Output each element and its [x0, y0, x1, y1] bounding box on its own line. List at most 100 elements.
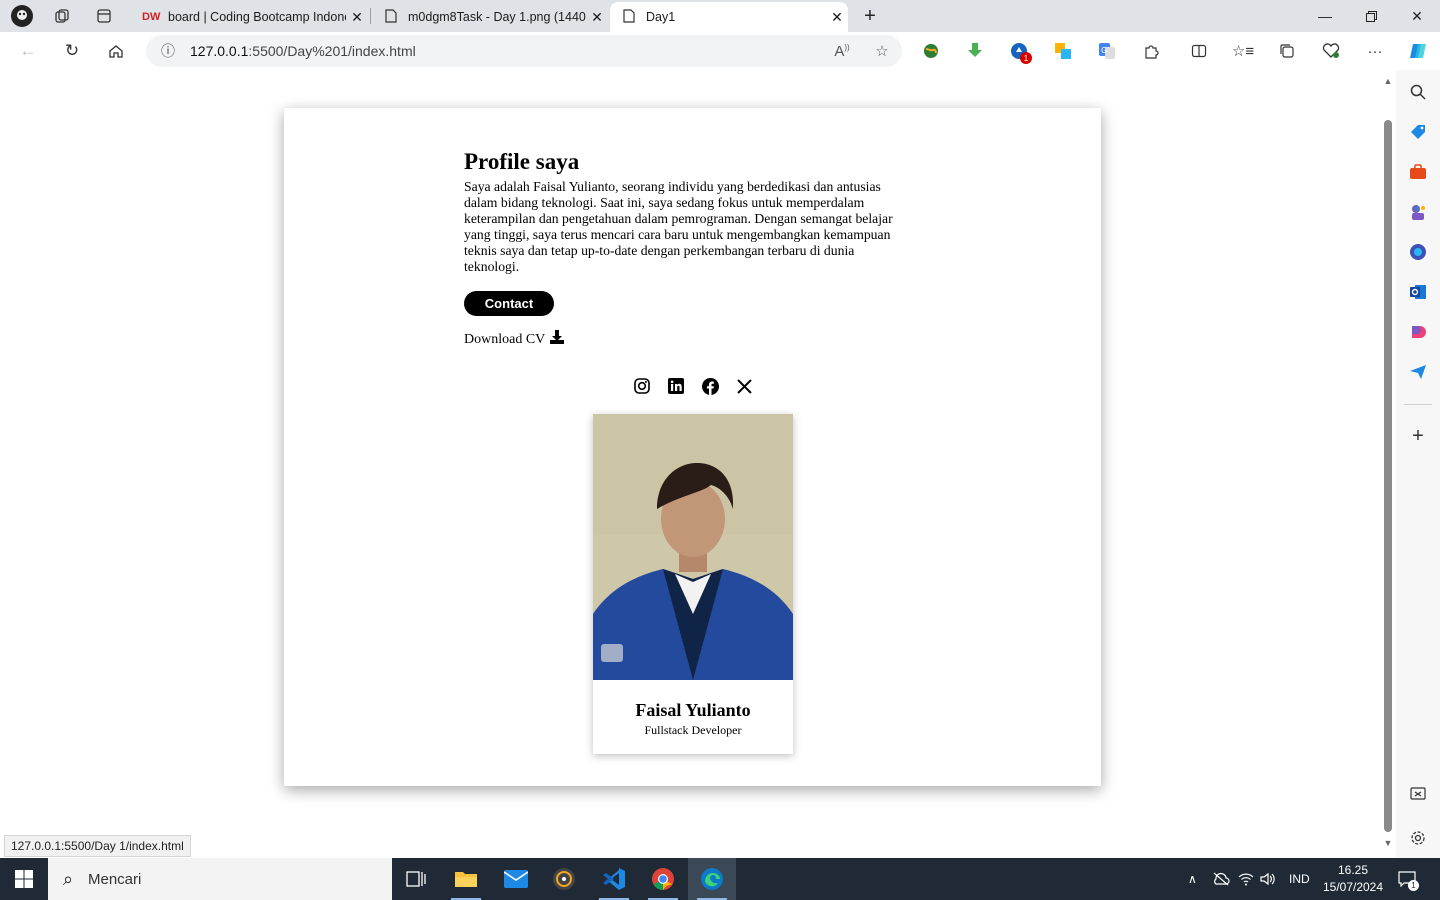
workspaces-icon[interactable] [50, 4, 74, 28]
mail-icon[interactable] [492, 858, 540, 900]
minimize-icon[interactable]: — [1302, 0, 1348, 32]
clock-date: 15/07/2024 [1322, 880, 1384, 894]
x-icon[interactable] [735, 377, 753, 395]
sidebar-outlook-icon[interactable] [1406, 280, 1430, 304]
facebook-icon[interactable] [701, 377, 719, 395]
site-info-icon[interactable]: ⓘ [146, 41, 190, 61]
favorite-star-icon[interactable]: ☆ [862, 42, 902, 60]
sidebar-microsoft365-icon[interactable] [1406, 240, 1430, 264]
google-translate-icon[interactable]: G [1095, 40, 1119, 62]
tab-day1[interactable]: Day1 ✕ [610, 2, 848, 32]
collections-icon[interactable] [1275, 40, 1299, 62]
sidebar-send-icon[interactable] [1406, 360, 1430, 384]
restore-icon[interactable] [1348, 0, 1394, 32]
tab-divider [370, 8, 371, 24]
bio-text: Saya adalah Faisal Yulianto, seorang ind… [464, 179, 893, 274]
sidebar-designer-icon[interactable] [1406, 320, 1430, 344]
download-manager-icon[interactable] [963, 40, 987, 62]
profile-container: Profile saya Saya adalah Faisal Yulianto… [284, 108, 1101, 786]
back-arrow-icon[interactable]: ← [14, 37, 42, 65]
show-hidden-icons-chevron-icon[interactable]: ∧ [1188, 858, 1206, 900]
extension-globe-icon[interactable] [919, 40, 943, 62]
extensions-puzzle-icon[interactable] [1139, 40, 1163, 62]
edge-icon[interactable] [688, 858, 736, 900]
download-cv-link[interactable]: Download CV [464, 330, 909, 349]
profile-avatar-icon[interactable] [10, 4, 34, 28]
sidebar-settings-gear-icon[interactable] [1406, 826, 1430, 850]
tab-close-icon[interactable]: ✕ [346, 9, 368, 26]
windows-taskbar: ⌕ Mencari ∧ IND 16.25 15/07/2024 1 [0, 858, 1440, 900]
vscode-icon[interactable] [590, 858, 638, 900]
scroll-down-arrow-icon[interactable]: ▼ [1383, 838, 1393, 848]
tab-title: board | Coding Bootcamp Indone [168, 10, 346, 24]
card-name: Faisal Yulianto [635, 700, 751, 720]
download-cv-label: Download CV [464, 331, 546, 347]
tab-close-icon[interactable]: ✕ [826, 9, 848, 26]
sidebar-search-icon[interactable] [1406, 80, 1430, 104]
tab-dumbways[interactable]: DW board | Coding Bootcamp Indone ✕ [132, 2, 368, 32]
cloud-offline-icon[interactable] [1212, 858, 1232, 900]
sidebar-games-icon[interactable] [1406, 200, 1430, 224]
profile-card: Faisal Yulianto Fullstack Developer [593, 414, 793, 754]
browser-tab-bar: DW board | Coding Bootcamp Indone ✕ m0dg… [0, 0, 1440, 32]
sidebar-shopping-icon[interactable] [1406, 120, 1430, 144]
tab-task-image[interactable]: m0dgm8Task - Day 1.png (1440× ✕ [372, 2, 608, 32]
instagram-icon[interactable] [633, 377, 651, 395]
taskbar-search-box[interactable]: ⌕ Mencari [48, 858, 392, 900]
download-icon [550, 330, 565, 349]
status-bar-url: 127.0.0.1:5500/Day 1/index.html [4, 835, 191, 857]
dumbways-favicon-icon: DW [142, 11, 161, 23]
profile-content: Profile saya Saya adalah Faisal Yulianto… [464, 148, 909, 349]
read-aloud-icon[interactable]: A)) [822, 43, 862, 60]
card-role: Fullstack Developer [644, 723, 742, 737]
search-placeholder: Mencari [88, 870, 142, 888]
linkedin-icon[interactable] [667, 377, 685, 395]
page-viewport: Profile saya Saya adalah Faisal Yulianto… [4, 70, 1396, 858]
file-icon [620, 8, 638, 26]
search-icon: ⌕ [62, 868, 74, 889]
page-title: Profile saya [464, 149, 580, 174]
url-text: 127.0.0.1:5500/Day%201/index.html [190, 43, 416, 59]
new-tab-icon[interactable]: + [858, 4, 882, 28]
windows-start-icon[interactable] [0, 858, 48, 900]
input-language[interactable]: IND [1289, 858, 1310, 900]
split-screen-icon[interactable] [1187, 40, 1211, 62]
system-clock[interactable]: 16.25 15/07/2024 [1318, 862, 1388, 896]
contact-button[interactable]: Contact [464, 291, 554, 316]
notification-center-icon[interactable]: 1 [1398, 858, 1420, 900]
sidebar-divider [1404, 404, 1432, 405]
wifi-icon[interactable] [1238, 858, 1256, 900]
browser-toolbar: ← ↻ ⓘ 127.0.0.1:5500/Day%201/index.html … [0, 32, 1440, 70]
profile-photo [593, 414, 793, 680]
social-links [633, 377, 753, 397]
tab-close-icon[interactable]: ✕ [586, 9, 608, 26]
scroll-thumb[interactable] [1384, 120, 1392, 832]
task-view-icon[interactable] [392, 858, 440, 900]
close-window-icon[interactable]: ✕ [1394, 0, 1440, 32]
tab-title: Day1 [646, 10, 676, 24]
browser-essentials-icon[interactable] [1319, 40, 1343, 62]
notification-count-badge: 1 [1408, 880, 1419, 891]
settings-more-icon[interactable]: ··· [1363, 40, 1387, 62]
svg-text:G: G [1101, 46, 1107, 55]
refresh-icon[interactable]: ↻ [58, 37, 86, 65]
translate-extension-icon[interactable] [1051, 40, 1075, 62]
volume-icon[interactable] [1260, 858, 1278, 900]
home-icon[interactable] [102, 37, 130, 65]
address-bar[interactable]: ⓘ 127.0.0.1:5500/Day%201/index.html A)) … [146, 35, 902, 67]
vertical-scrollbar[interactable]: ▲ ▼ [1380, 72, 1396, 854]
chrome-icon[interactable] [639, 858, 687, 900]
sidebar-add-icon[interactable]: + [1406, 424, 1430, 448]
sidebar-tools-icon[interactable] [1406, 160, 1430, 184]
clock-time: 16.25 [1337, 863, 1369, 877]
sidebar-screenshot-icon[interactable] [1406, 782, 1430, 806]
file-explorer-icon[interactable] [442, 858, 490, 900]
scroll-up-arrow-icon[interactable]: ▲ [1383, 76, 1393, 86]
media-player-icon[interactable] [540, 858, 588, 900]
copilot-icon[interactable] [1406, 40, 1430, 62]
edge-sidebar: + [1396, 70, 1440, 858]
favorites-icon[interactable]: ☆≡ [1231, 40, 1255, 62]
vertical-tabs-icon[interactable] [92, 4, 116, 28]
extension-blue-icon[interactable]: 1 [1007, 40, 1032, 64]
file-icon [382, 8, 400, 26]
